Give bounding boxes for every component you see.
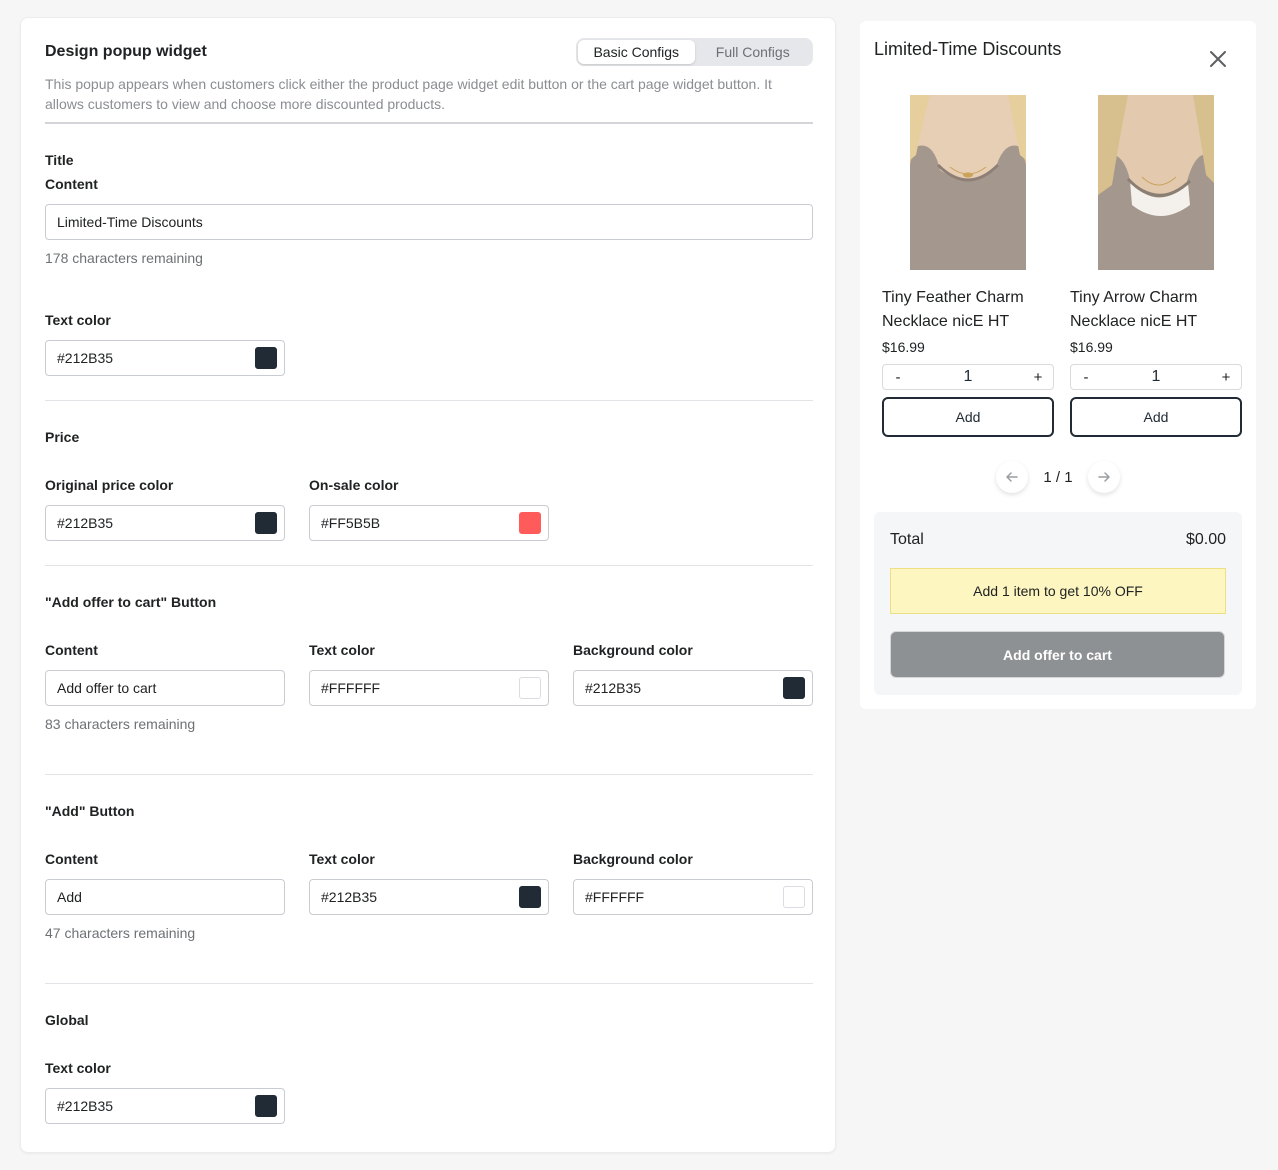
offer-button-content-field[interactable]	[45, 670, 285, 706]
total-value: $0.00	[1185, 531, 1226, 548]
color-swatch[interactable]	[519, 512, 541, 534]
color-swatch[interactable]	[783, 886, 805, 908]
offer-button-remaining-hint: 83 characters remaining	[45, 716, 196, 732]
title-remaining-hint: 178 characters remaining	[45, 250, 203, 266]
on-sale-color-label: On-sale color	[309, 477, 399, 493]
on-sale-color-field[interactable]	[309, 505, 549, 541]
section-price-heading: Price	[45, 429, 80, 445]
offer-button-bg-color-label: Background color	[573, 642, 693, 658]
offer-button-text-color-field[interactable]	[309, 670, 549, 706]
add-button[interactable]: Add	[882, 397, 1054, 437]
config-mode-toggle: Basic Configs Full Configs	[576, 38, 813, 66]
color-swatch[interactable]	[519, 677, 541, 699]
original-price-color-label: Original price color	[45, 477, 174, 493]
offer-button-content-input[interactable]	[57, 680, 277, 696]
discount-banner: Add 1 item to get 10% OFF	[890, 568, 1226, 614]
product-image[interactable]	[1098, 95, 1214, 270]
color-swatch[interactable]	[519, 886, 541, 908]
title-text-color-label: Text color	[45, 312, 111, 328]
quantity-stepper: - 1 +	[882, 364, 1054, 390]
increment-button[interactable]: +	[1219, 369, 1233, 386]
title-content-input[interactable]	[57, 214, 805, 230]
color-swatch[interactable]	[255, 512, 277, 534]
add-button-bg-color-input[interactable]	[585, 889, 783, 905]
popup-settings-panel: Design popup widget Basic Configs Full C…	[20, 17, 836, 1153]
original-price-color-field[interactable]	[45, 505, 285, 541]
product-name[interactable]: Tiny Arrow Charm Necklace nicE HT	[1070, 286, 1242, 334]
tab-basic-configs[interactable]: Basic Configs	[578, 40, 695, 64]
add-button[interactable]: Add	[1070, 397, 1242, 437]
divider	[45, 983, 813, 984]
popup-preview: Limited-Time Discounts Tiny Feather Char…	[860, 21, 1256, 709]
offer-button-text-color-label: Text color	[309, 642, 375, 658]
title-text-color-field[interactable]	[45, 340, 285, 376]
global-text-color-label: Text color	[45, 1060, 111, 1076]
section-add-button-heading: "Add" Button	[45, 803, 135, 819]
add-button-text-color-label: Text color	[309, 851, 375, 867]
section-title-heading: Title	[45, 152, 74, 168]
total-label: Total	[890, 531, 924, 548]
section-offer-button-heading: "Add offer to cart" Button	[45, 594, 217, 610]
add-button-bg-color-field[interactable]	[573, 879, 813, 915]
add-offer-to-cart-button[interactable]: Add offer to cart	[890, 631, 1225, 678]
panel-title: Design popup widget	[45, 43, 207, 60]
quantity-value[interactable]: 1	[1152, 368, 1161, 386]
global-text-color-input[interactable]	[57, 1098, 255, 1114]
color-swatch[interactable]	[783, 677, 805, 699]
title-text-color-input[interactable]	[57, 350, 255, 366]
divider	[45, 774, 813, 775]
on-sale-color-input[interactable]	[321, 515, 519, 531]
add-button-bg-color-label: Background color	[573, 851, 693, 867]
global-text-color-field[interactable]	[45, 1088, 285, 1124]
product-name[interactable]: Tiny Feather Charm Necklace nicE HT	[882, 286, 1054, 334]
add-button-content-input[interactable]	[57, 889, 277, 905]
product-card: Tiny Feather Charm Necklace nicE HT $16.…	[882, 95, 1054, 437]
title-content-label: Content	[45, 176, 98, 192]
color-swatch[interactable]	[255, 347, 277, 369]
product-image[interactable]	[910, 95, 1026, 270]
offer-button-content-label: Content	[45, 642, 98, 658]
title-content-field[interactable]	[45, 204, 813, 240]
increment-button[interactable]: +	[1031, 369, 1045, 386]
quantity-value[interactable]: 1	[964, 368, 973, 386]
divider	[45, 565, 813, 566]
product-price: $16.99	[882, 339, 925, 355]
add-button-remaining-hint: 47 characters remaining	[45, 925, 196, 941]
add-button-content-label: Content	[45, 851, 98, 867]
offer-button-bg-color-input[interactable]	[585, 680, 783, 696]
arrow-left-icon[interactable]	[996, 461, 1028, 493]
quantity-stepper: - 1 +	[1070, 364, 1242, 390]
original-price-color-input[interactable]	[57, 515, 255, 531]
decrement-button[interactable]: -	[891, 369, 905, 386]
decrement-button[interactable]: -	[1079, 369, 1093, 386]
arrow-right-icon[interactable]	[1088, 461, 1120, 493]
section-global-heading: Global	[45, 1012, 89, 1028]
divider	[45, 400, 813, 401]
offer-button-text-color-input[interactable]	[321, 680, 519, 696]
tab-full-configs[interactable]: Full Configs	[695, 40, 812, 64]
add-button-content-field[interactable]	[45, 879, 285, 915]
product-price: $16.99	[1070, 339, 1113, 355]
panel-description: This popup appears when customers click …	[45, 76, 772, 112]
product-card: Tiny Arrow Charm Necklace nicE HT $16.99…	[1070, 95, 1242, 437]
offer-button-bg-color-field[interactable]	[573, 670, 813, 706]
color-swatch[interactable]	[255, 1095, 277, 1117]
add-button-text-color-input[interactable]	[321, 889, 519, 905]
page-indicator: 1 / 1	[1043, 468, 1073, 486]
pagination: 1 / 1	[996, 459, 1120, 495]
add-button-text-color-field[interactable]	[309, 879, 549, 915]
close-icon[interactable]	[1206, 47, 1230, 71]
divider	[45, 122, 813, 124]
popup-title: Limited-Time Discounts	[874, 39, 1062, 59]
cart-summary: Total $0.00 Add 1 item to get 10% OFF Ad…	[874, 512, 1242, 695]
